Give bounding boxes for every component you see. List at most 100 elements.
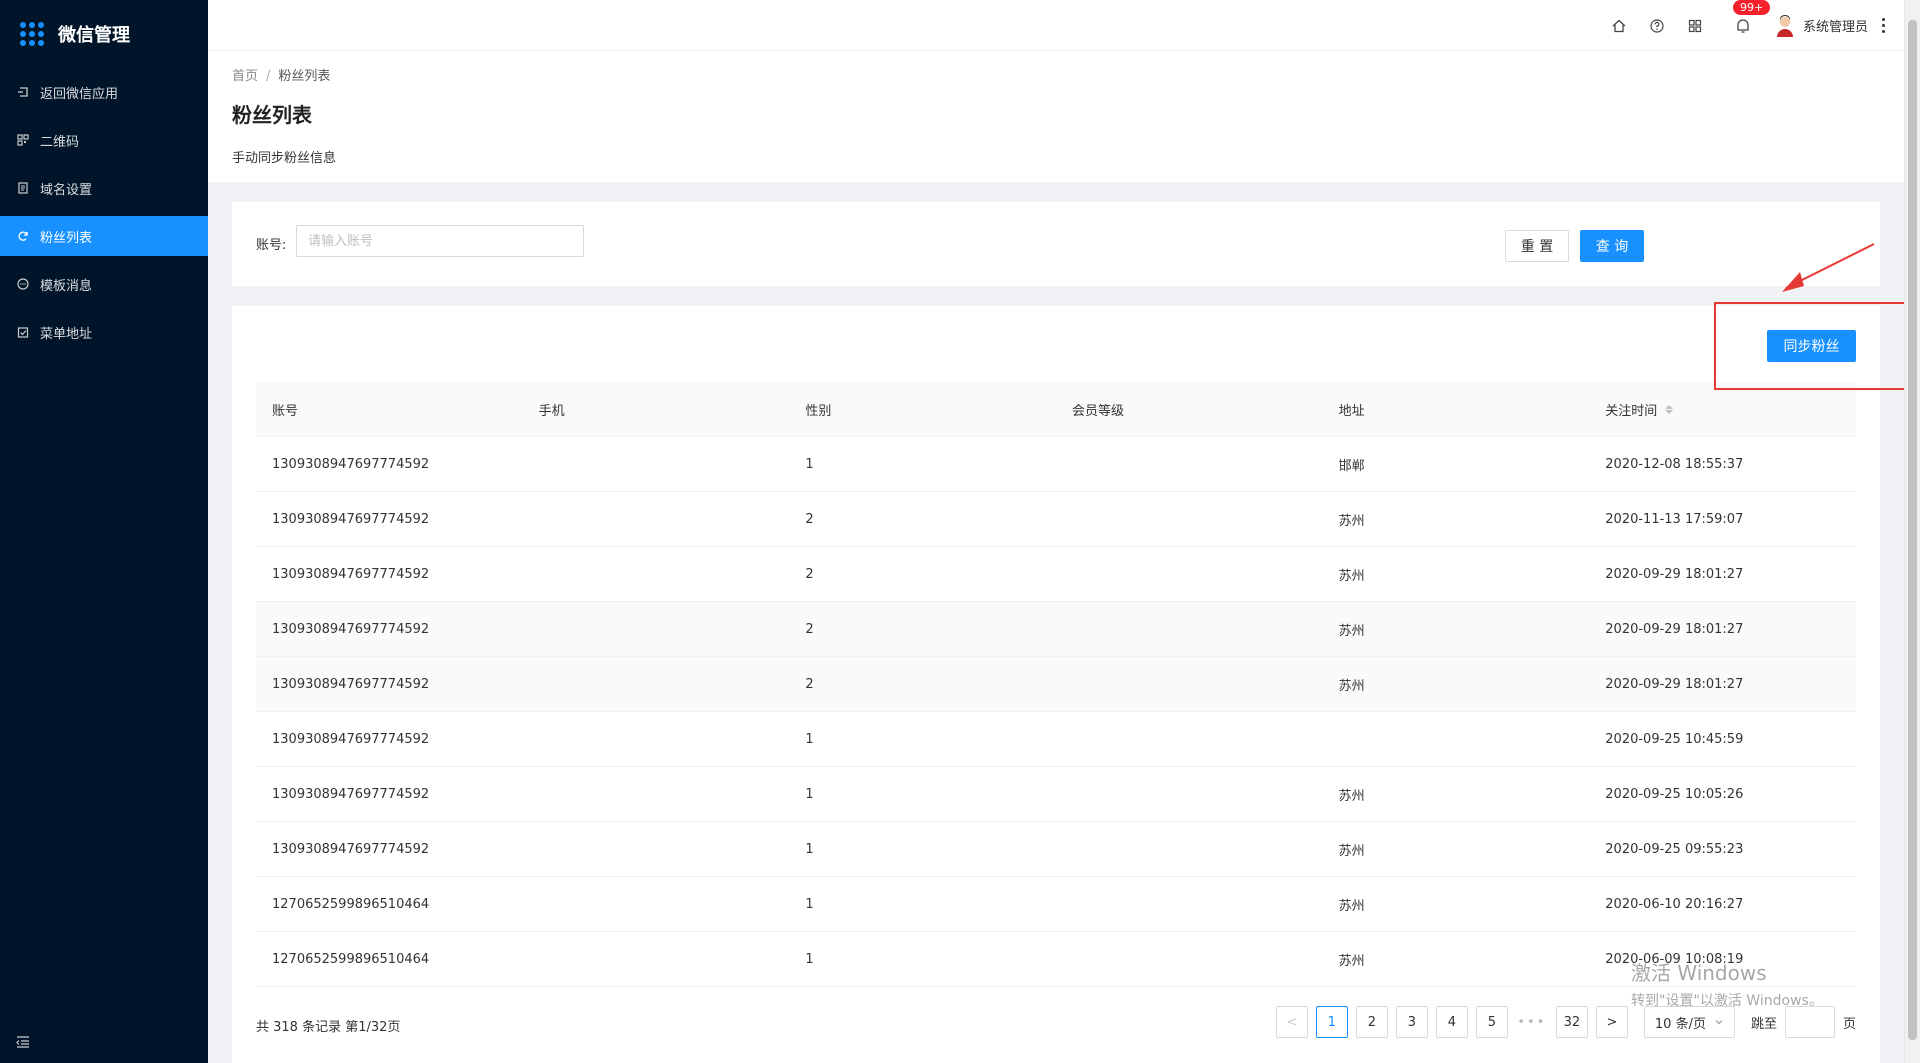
avatar[interactable] xyxy=(1775,14,1795,37)
table-row[interactable]: 1309308947697774592 2 苏州 2020-11-13 17:59:0… xyxy=(256,492,1856,547)
cell-gender: 1 xyxy=(805,786,814,802)
cell-address: 苏州 xyxy=(1338,623,1365,639)
reset-button[interactable]: 重 置 xyxy=(1505,230,1569,262)
help-icon[interactable] xyxy=(1647,16,1667,36)
cell-gender: 2 xyxy=(805,676,814,692)
page-button[interactable]: 4 xyxy=(1435,1006,1468,1038)
last-page-button[interactable]: 32 xyxy=(1555,1006,1588,1038)
sync-icon xyxy=(16,229,30,243)
watermark-line2: 转到"设置"以激活 Windows。 xyxy=(1631,993,1823,1009)
cell-account: 1270652599896510464 xyxy=(272,951,430,967)
sidebar-item-qrcode[interactable]: 二维码 xyxy=(0,120,208,160)
collapse-menu-icon[interactable] xyxy=(16,1035,32,1051)
table-row[interactable]: 1309308947697774592 2 苏州 2020-09-29 18:01:2… xyxy=(256,602,1856,657)
prev-page-button[interactable]: < xyxy=(1275,1006,1308,1038)
sidebar-item-back[interactable]: 返回微信应用 xyxy=(0,72,208,112)
page-size-select[interactable]: 10 条/页 xyxy=(1643,1006,1735,1038)
cell-address: 邯郸 xyxy=(1338,458,1365,474)
account-search-input[interactable] xyxy=(296,225,584,257)
cell-phone xyxy=(523,657,790,711)
table-body: 1309308947697774592 1 邯郸 2020-12-08 18:55:3… xyxy=(256,437,1856,987)
cell-address: 苏州 xyxy=(1338,953,1365,969)
apps-icon[interactable] xyxy=(1685,16,1705,36)
bell-icon[interactable]: 99+ xyxy=(1732,0,1771,36)
column-header-follow-time[interactable]: 关注时间 xyxy=(1589,382,1856,436)
sidebar-item-domain[interactable]: 域名设置 xyxy=(0,168,208,208)
cell-gender: 1 xyxy=(805,896,814,912)
pagination-ellipsis[interactable]: ••• xyxy=(1516,1015,1548,1030)
table-row[interactable]: 1309308947697774592 1 邯郸 2020-12-08 18:55:3… xyxy=(256,437,1856,492)
cell-follow-time: 2020-11-13 17:59:07 xyxy=(1605,511,1744,527)
next-page-button[interactable]: > xyxy=(1595,1006,1628,1038)
page-scrollbar[interactable] xyxy=(1904,0,1920,1063)
table-row[interactable]: 1270652599896510464 1 苏州 2020-06-10 20:16:2… xyxy=(256,877,1856,932)
apps-grid-icon xyxy=(20,22,44,46)
cell-phone xyxy=(523,877,790,931)
page-button[interactable]: 2 xyxy=(1355,1006,1388,1038)
column-header-label: 关注时间 xyxy=(1605,403,1658,419)
page-size-value: 10 条/页 xyxy=(1654,1016,1706,1032)
cell-address: 苏州 xyxy=(1338,788,1365,804)
cell-follow-time: 2020-06-10 20:16:27 xyxy=(1605,896,1744,912)
table-row[interactable]: 1309308947697774592 1 2020-09-25 10:45:59 xyxy=(256,712,1856,767)
back-icon xyxy=(16,85,30,99)
cell-follow-time: 2020-09-25 10:05:26 xyxy=(1605,786,1744,802)
jump-label: 跳至 xyxy=(1750,1016,1777,1032)
sidebar-item-template[interactable]: 模板消息 xyxy=(0,264,208,304)
windows-activation-watermark: 激活 Windows 转到"设置"以激活 Windows。 xyxy=(1631,957,1823,1010)
column-header-address: 地址 xyxy=(1338,403,1365,419)
cell-member-level xyxy=(1056,602,1323,656)
page-title: 粉丝列表 xyxy=(232,103,312,127)
table-row[interactable]: 1309308947697774592 2 苏州 2020-09-29 18:01:2… xyxy=(256,657,1856,712)
query-button[interactable]: 查 询 xyxy=(1580,230,1644,262)
cell-member-level xyxy=(1056,547,1323,601)
app-title: 微信管理 xyxy=(58,25,130,46)
column-header-member-level: 会员等级 xyxy=(1071,403,1124,419)
cell-gender: 1 xyxy=(805,731,814,747)
table-row[interactable]: 1270652599896510464 1 苏州 2020-06-09 10:08:1… xyxy=(256,932,1856,987)
home-icon[interactable] xyxy=(1609,16,1629,36)
table-card: 同步粉丝 账号 手机 性别 会员等级 地址 关注时间 1309308947697… xyxy=(232,306,1880,1063)
sort-icon[interactable] xyxy=(1665,404,1674,414)
chevron-down-icon xyxy=(1715,1020,1723,1025)
cell-member-level xyxy=(1056,437,1323,491)
cell-account: 1309308947697774592 xyxy=(272,566,430,582)
watermark-line1: 激活 Windows xyxy=(1631,961,1767,985)
sidebar-item-label: 粉丝列表 xyxy=(40,230,93,246)
page-button[interactable]: 1 xyxy=(1315,1006,1348,1038)
table-row[interactable]: 1309308947697774592 1 苏州 2020-09-25 10:05:2… xyxy=(256,767,1856,822)
page-button[interactable]: 5 xyxy=(1475,1006,1508,1038)
jump-page-input[interactable] xyxy=(1784,1006,1835,1038)
cell-address: 苏州 xyxy=(1338,843,1365,859)
annotation-arrow-icon xyxy=(1782,243,1875,292)
table-row[interactable]: 1309308947697774592 1 苏州 2020-09-25 09:55:2… xyxy=(256,822,1856,877)
sidebar-item-menu-address[interactable]: 菜单地址 xyxy=(0,312,208,352)
breadcrumb-home[interactable]: 首页 xyxy=(232,69,258,84)
cell-phone xyxy=(523,602,790,656)
scrollbar-thumb[interactable] xyxy=(1908,20,1917,1040)
sidebar-item-fans[interactable]: 粉丝列表 xyxy=(0,216,208,256)
fans-table: 账号 手机 性别 会员等级 地址 关注时间 130930894769777459… xyxy=(256,382,1856,987)
header-actions: 99+ 系统管理员 xyxy=(1591,0,1904,51)
cell-member-level xyxy=(1056,767,1323,821)
cell-member-level xyxy=(1056,822,1323,876)
cell-account: 1270652599896510464 xyxy=(272,896,430,912)
column-header-gender: 性别 xyxy=(805,403,832,419)
cell-gender: 2 xyxy=(805,566,814,582)
page-description: 手动同步粉丝信息 xyxy=(232,151,337,166)
cell-phone xyxy=(523,822,790,876)
cell-account: 1309308947697774592 xyxy=(272,676,430,692)
pagination-total: 共 318 条记录 第1/32页 xyxy=(256,1020,401,1035)
page-button[interactable]: 3 xyxy=(1395,1006,1428,1038)
breadcrumb: 首页 / 粉丝列表 xyxy=(232,65,330,84)
account-label: 账号: xyxy=(256,238,287,253)
user-name[interactable]: 系统管理员 xyxy=(1803,16,1868,35)
sidebar-item-label: 模板消息 xyxy=(40,278,93,294)
cell-account: 1309308947697774592 xyxy=(272,456,430,472)
more-vertical-icon[interactable] xyxy=(1882,18,1886,33)
cell-account: 1309308947697774592 xyxy=(272,511,430,527)
qrcode-icon xyxy=(16,133,30,147)
cell-address xyxy=(1323,712,1590,766)
table-row[interactable]: 1309308947697774592 2 苏州 2020-09-29 18:01:2… xyxy=(256,547,1856,602)
sidebar-item-label: 返回微信应用 xyxy=(40,86,119,102)
